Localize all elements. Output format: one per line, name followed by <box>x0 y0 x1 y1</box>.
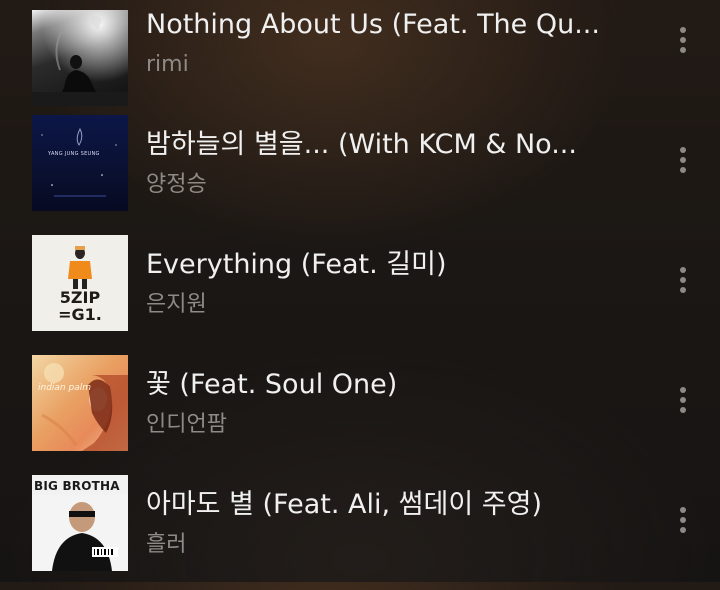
track-row[interactable]: BIG BROTHA 아마도 별 (Feat. Ali, 썸데이 주영) 흘러 <box>0 475 720 590</box>
album-art-caption: indian palm <box>38 383 91 393</box>
track-title: 꽃 (Feat. Soul One) <box>146 369 398 400</box>
track-list: Nothing About Us (Feat. The Qu... rimi Y… <box>0 0 720 582</box>
more-vertical-icon[interactable] <box>668 260 698 300</box>
album-art-caption: YANG JUNG SEUNG <box>48 151 100 157</box>
track-artist: 흘러 <box>146 532 187 557</box>
album-art-5zip-g1: 5ZIP =G1. <box>32 235 128 331</box>
album-art-figure-graphic <box>32 10 128 106</box>
more-vertical-icon[interactable] <box>668 20 698 60</box>
track-row[interactable]: indian palm 꽃 (Feat. Soul One) 인디언팜 <box>0 355 720 470</box>
album-art-dark-figure <box>32 10 128 106</box>
track-row[interactable]: YANG JUNG SEUNG 밤하늘의 별을... (With KCM & N… <box>0 115 720 230</box>
album-art-navy-graphic <box>41 127 117 197</box>
album-art-indian-palm: indian palm <box>32 355 128 451</box>
track-title: Everything (Feat. 길미) <box>146 249 447 280</box>
track-artist: 인디언팜 <box>146 412 227 437</box>
album-art-navy-title: YANG JUNG SEUNG <box>32 115 128 211</box>
album-art-caption: 5ZIP =G1. <box>58 288 102 324</box>
track-title: 밤하늘의 별을... (With KCM & No... <box>146 129 577 160</box>
album-art-big-brotha: BIG BROTHA <box>32 475 128 571</box>
more-vertical-icon[interactable] <box>668 380 698 420</box>
track-artist: 양정승 <box>146 172 207 197</box>
track-artist: 은지원 <box>146 292 207 317</box>
track-row[interactable]: 5ZIP =G1. Everything (Feat. 길미) 은지원 <box>0 235 720 350</box>
more-vertical-icon[interactable] <box>668 500 698 540</box>
track-artist: rimi <box>146 52 189 77</box>
track-title: 아마도 별 (Feat. Ali, 썸데이 주영) <box>146 489 542 520</box>
more-vertical-icon[interactable] <box>668 140 698 180</box>
album-art-caption: BIG BROTHA <box>34 479 120 493</box>
track-title: Nothing About Us (Feat. The Qu... <box>146 9 600 40</box>
track-row[interactable]: Nothing About Us (Feat. The Qu... rimi <box>0 0 720 110</box>
album-art-indian-palm-graphic <box>41 363 128 451</box>
